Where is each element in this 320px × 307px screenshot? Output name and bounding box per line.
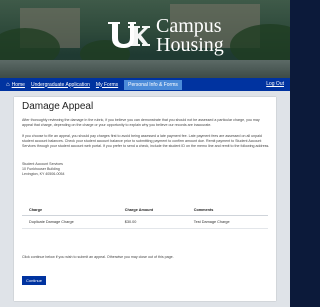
site-logo[interactable]: Campus Housing [104,16,224,56]
hero-road [0,60,290,78]
cell-comments: Test Damage Charge [186,215,268,229]
column-header-amount: Charge Amount [117,205,187,216]
table-header-row: Charge Charge Amount Comments [22,205,268,216]
logout-link[interactable]: Log Out [266,81,284,87]
page-title: Damage Appeal [22,101,94,112]
address-line: Lexington, KY 40506-0054 [22,172,65,176]
continue-instructions: Click continue below if you wish to subm… [22,255,174,259]
table-row: Duplicate Damage Charge $30.00 Test Dama… [22,215,268,229]
cell-charge: Duplicate Damage Charge [22,215,118,229]
nav-undergraduate-application[interactable]: Undergraduate Application [31,82,90,88]
top-navigation: ⌂ Home Undergraduate Application My Form… [0,78,290,91]
uk-logo-icon [104,16,152,56]
address-line: Student Account Services [22,162,63,166]
column-header-charge: Charge [22,205,118,216]
site-title: Campus Housing [156,16,224,56]
cell-amount: $30.00 [117,215,187,229]
home-icon[interactable]: ⌂ [6,82,10,88]
nav-personal-info-forms[interactable]: Personal Info & Forms [124,79,182,90]
column-header-comments: Comments [186,205,268,216]
nav-my-forms[interactable]: My Forms [96,82,118,88]
address-line: 10 Funkhouser Building [22,167,60,171]
continue-button[interactable]: Continue [22,276,46,285]
brand-line2: Housing [156,34,224,56]
hero-banner: Campus Housing [0,0,290,78]
intro-paragraph: After thoroughly reviewing the damage in… [22,118,260,127]
nav-home[interactable]: Home [12,82,25,88]
payment-paragraph: If you choose to file an appeal, you sho… [22,134,270,148]
charges-table: Charge Charge Amount Comments Duplicate … [22,205,268,229]
